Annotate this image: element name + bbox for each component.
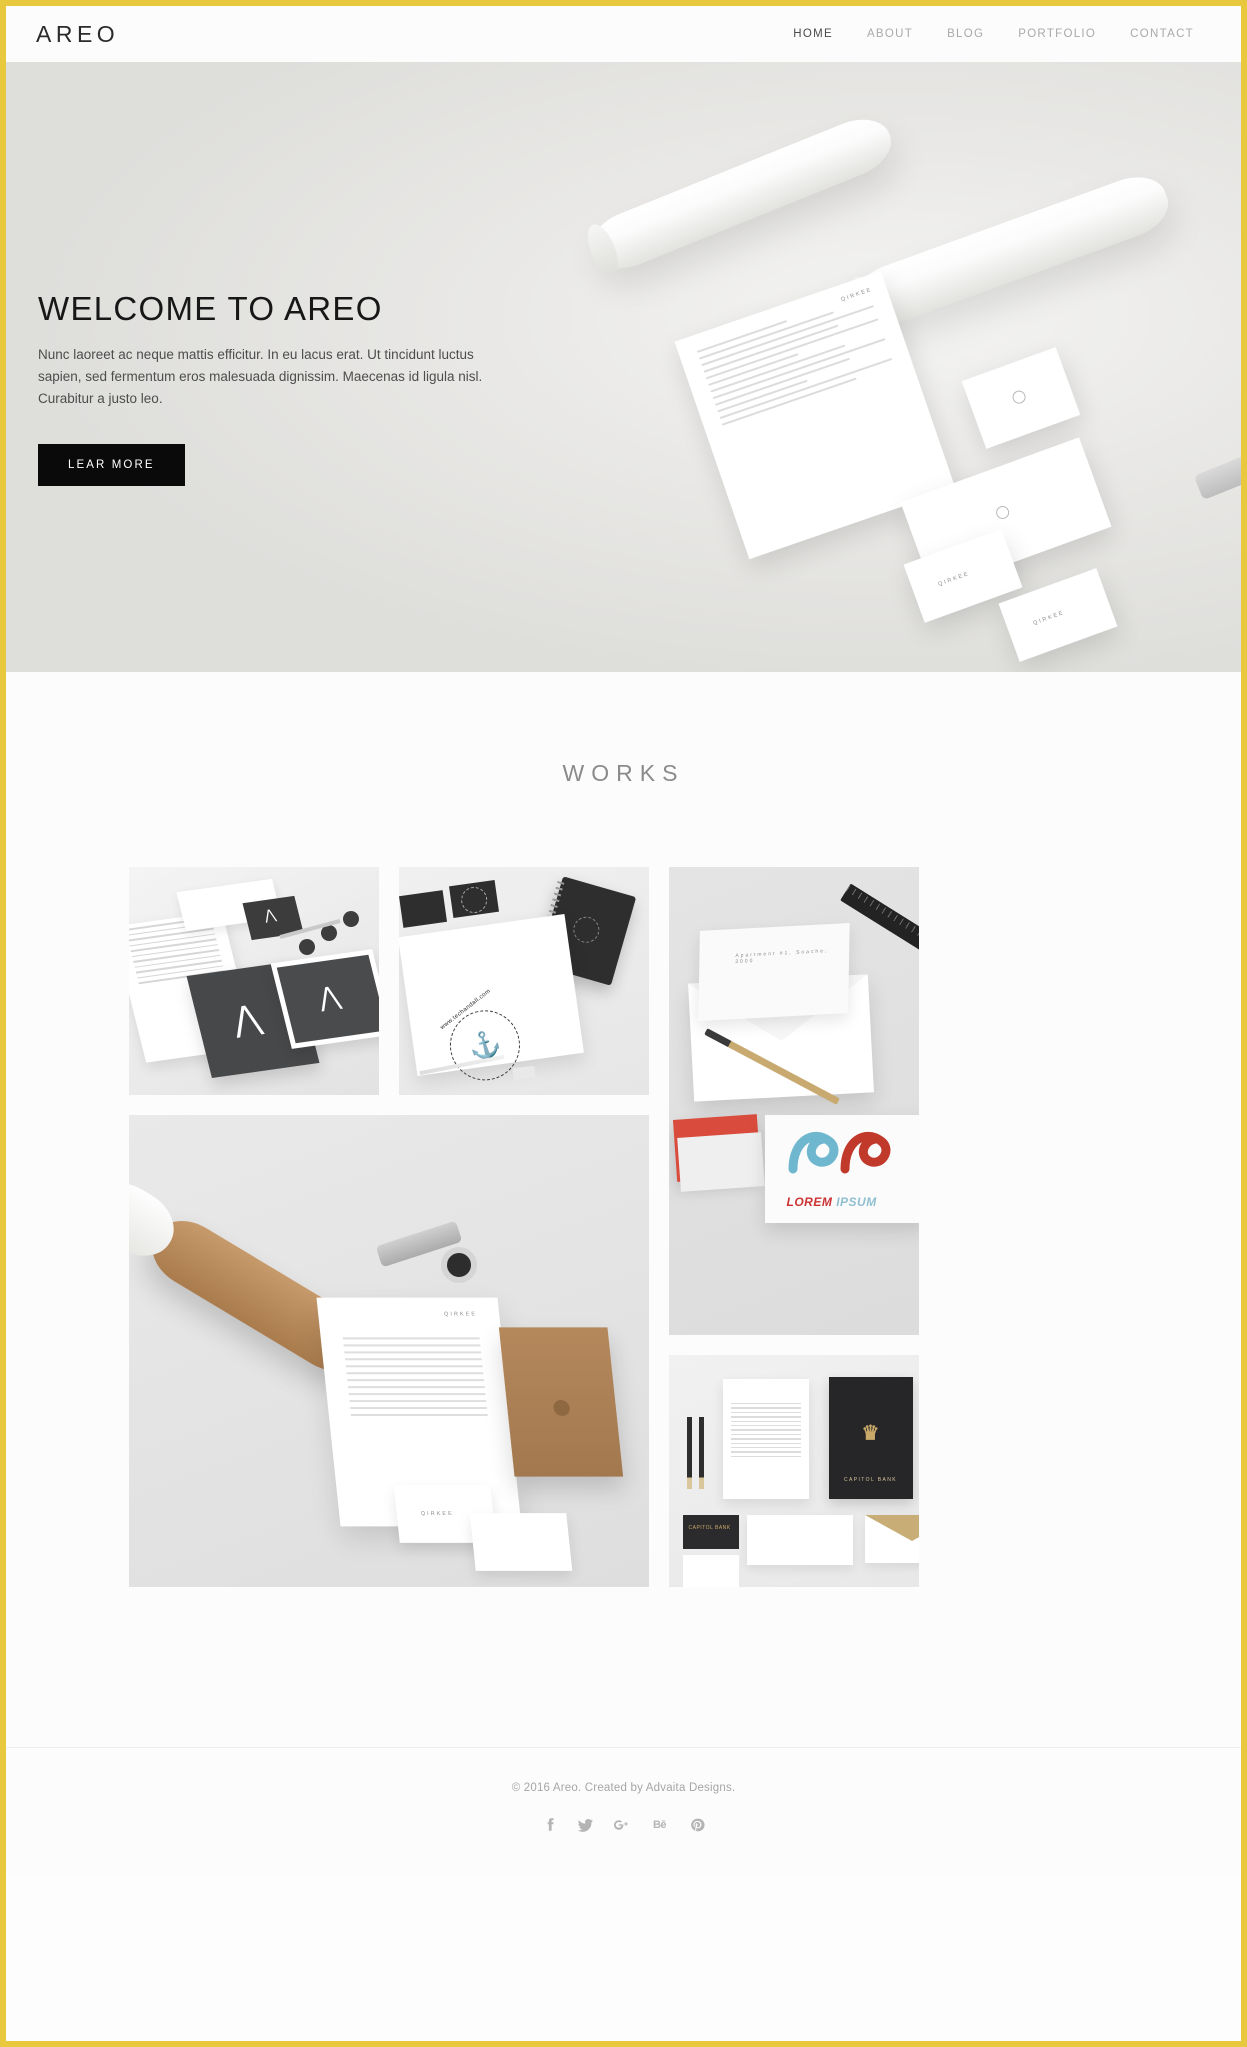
stationery-pencil: [698, 1417, 704, 1489]
hero-tube-cap: [581, 220, 625, 280]
stationery-dark-folder: ♛ CAPITOL BANK: [828, 1377, 913, 1499]
work-item-3-image: Apartment #1, Soache, 3000 LOREM IPSUM: [668, 867, 919, 1335]
social-links: Bē: [6, 1816, 1241, 1834]
brand-mark-icon: ⋀: [227, 998, 265, 1040]
stationery-envelope-flap: Apartment #1, Soache, 3000: [697, 922, 850, 1022]
work-item-3-logo-text: LOREM IPSUM: [787, 1195, 877, 1209]
google-plus-glyph: [613, 1820, 628, 1830]
hero-tube-right: [845, 167, 1176, 336]
work-item-5-image: ♛ CAPITOL BANK CAPITOL BANK: [668, 1355, 919, 1587]
facebook-icon[interactable]: [541, 1816, 559, 1834]
stationery-business-card-2: [469, 1513, 572, 1571]
copyright-text: © 2016 Areo. Created by Advaita Designs.: [511, 1782, 736, 1794]
stationery-envelope-gold: [864, 1515, 919, 1563]
hero-card-brand: QIRKEE: [1032, 609, 1066, 627]
capitol-dome-icon: ♛: [861, 1422, 880, 1445]
work-item-5-brand: CAPITOL BANK: [844, 1477, 897, 1483]
google-plus-icon[interactable]: [613, 1816, 631, 1834]
stationery-card-stack-white: [676, 1132, 765, 1192]
stationery-badge-icon: [296, 937, 317, 957]
stationery-business-card-light: [682, 1555, 739, 1587]
stationery-badge-icon: [340, 909, 361, 929]
site-footer: © 2016 Areo. Created by Advaita Designs.: [6, 1747, 1241, 1874]
stationery-letterhead: ⚓ www.techandall.com: [398, 913, 584, 1089]
facebook-glyph: [547, 1818, 554, 1831]
work-item-2-image: ⚓ www.techandall.com: [398, 867, 649, 1095]
site-logo[interactable]: AREO: [36, 21, 119, 48]
stationery-tube-cap: [128, 1169, 186, 1270]
nav-item-blog[interactable]: BLOG: [930, 22, 1001, 46]
hero-title: WELCOME TO AREO: [38, 290, 383, 327]
swirl-logo-icon: [788, 1131, 890, 1174]
brand-mark-icon: ⋀: [261, 905, 277, 924]
stationery-pencil: [686, 1417, 692, 1489]
stationery-dark-card: [398, 890, 447, 928]
stationery-business-card-dark: CAPITOL BANK: [682, 1515, 739, 1549]
stationery-tape-roll: [440, 1247, 477, 1283]
behance-icon[interactable]: Bē: [649, 1816, 671, 1834]
stationery-logo-card: LOREM IPSUM: [764, 1115, 919, 1223]
stationery-letterhead: [722, 1379, 809, 1499]
hero-paragraph: Nunc laoreet ac neque mattis efficitur. …: [38, 347, 483, 406]
nav-item-about[interactable]: ABOUT: [850, 22, 930, 46]
hero-copy: WELCOME TO AREO Nunc laoreet ac neque ma…: [38, 290, 482, 486]
works-heading: WORKS: [562, 760, 685, 786]
card-brand: CAPITOL BANK: [688, 1525, 731, 1531]
work-item-1-image: ⋀ ⋀ ⋀: [128, 867, 379, 1095]
twitter-icon[interactable]: [577, 1816, 595, 1834]
page-root: AREO HOME ABOUT BLOG PORTFOLIO CONTACT Q…: [0, 0, 1247, 2047]
stationery-envelope-white: [746, 1515, 853, 1565]
stationery-eraser: [511, 1065, 536, 1081]
works-gallery: ⋀ ⋀ ⋀ ⚓ www.techandall.com Apartment #1,…: [128, 867, 1119, 1687]
stationery-ruler: [839, 883, 919, 959]
logo-text-secondary: IPSUM: [836, 1195, 877, 1209]
stationery-kraft-envelope: [498, 1327, 623, 1477]
site-header: AREO HOME ABOUT BLOG PORTFOLIO CONTACT: [6, 6, 1241, 62]
work-item-4-image: QIRKEE QIRKEE: [128, 1115, 649, 1587]
work-item-5[interactable]: ♛ CAPITOL BANK CAPITOL BANK: [668, 1355, 919, 1587]
hero-stapler: [1193, 449, 1241, 501]
work-item-4[interactable]: QIRKEE QIRKEE: [128, 1115, 649, 1587]
letterhead-brand: QIRKEE: [443, 1311, 477, 1318]
card-brand: QIRKEE: [420, 1511, 454, 1517]
hero-letterhead-lines: [696, 292, 895, 426]
learn-more-button[interactable]: LEAR MORE: [38, 443, 185, 486]
nav-item-contact[interactable]: CONTACT: [1113, 22, 1211, 46]
nav-item-portfolio[interactable]: PORTFOLIO: [1001, 22, 1113, 46]
hero-card-top: [961, 347, 1081, 449]
hero-logo-mark-icon: [1010, 388, 1028, 406]
work-item-1[interactable]: ⋀ ⋀ ⋀: [128, 867, 379, 1095]
pinterest-icon[interactable]: [689, 1816, 707, 1834]
work-item-2[interactable]: ⚓ www.techandall.com: [398, 867, 649, 1095]
twitter-glyph: [577, 1818, 593, 1832]
behance-glyph: Bē: [652, 1818, 667, 1831]
hero-tube-left: [581, 109, 900, 280]
logo-text-primary: LOREM: [786, 1195, 833, 1209]
nav-item-home[interactable]: HOME: [776, 22, 850, 46]
hero-card-brand: QIRKEE: [937, 570, 971, 588]
anchor-seal-icon: [458, 885, 489, 915]
main-navigation: HOME ABOUT BLOG PORTFOLIO CONTACT: [776, 22, 1211, 46]
hero-section: QIRKEE QIRKEE QIRKEE WELCOME TO AREO Nun…: [6, 62, 1241, 672]
works-section: WORKS ⋀ ⋀ ⋀ ⚓ www.techandall.com Apartme…: [6, 672, 1241, 1747]
anchor-seal-icon: [567, 911, 604, 948]
envelope-address-line: Apartment #1, Soache, 3000: [734, 948, 828, 966]
stationery-dark-card: [448, 879, 499, 919]
hero-logo-mark-icon: [994, 504, 1011, 521]
work-item-3[interactable]: Apartment #1, Soache, 3000 LOREM IPSUM: [668, 867, 919, 1335]
pinterest-glyph: [691, 1818, 705, 1832]
